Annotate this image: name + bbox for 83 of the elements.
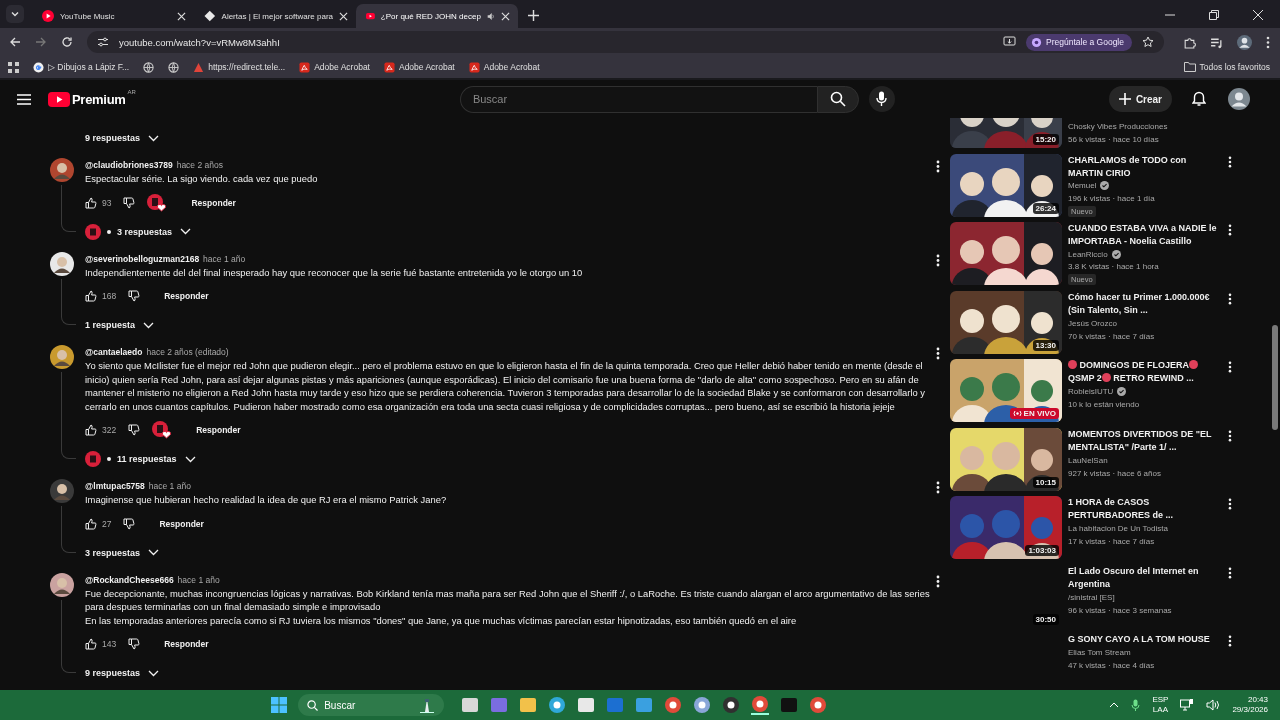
bookmark[interactable]: ▷ Dibujos a Lápiz F... — [33, 61, 130, 73]
comment-time[interactable]: hace 1 año — [148, 481, 191, 491]
comment-author[interactable]: @lmtupac5758 — [85, 481, 145, 491]
comment-text: Espectacular série. La sigo viendo. cada vez que puedo — [85, 172, 319, 186]
channel-name[interactable]: LeanRiccio — [1068, 249, 1108, 259]
channel-name[interactable]: Elias Tom Stream — [1068, 648, 1131, 657]
video-views: 196 k vistas · hace 1 día — [1068, 192, 1155, 205]
comment-author[interactable]: @RockandCheese666 — [85, 574, 174, 585]
video-duration: 15:20 — [1032, 134, 1059, 145]
video-title[interactable]: CUANDO ESTABA VIVA a NADIE le IMPORTABA - Noelia Castillo — [1068, 222, 1218, 248]
channel-name[interactable]: Chosky Vibes Producciones — [1068, 122, 1168, 131]
live-badge: EN VIVO — [1009, 408, 1059, 419]
reply-button[interactable]: Responder — [154, 634, 219, 654]
bookmark[interactable]: https://redirect.tele... — [193, 61, 286, 73]
video-duration: 10:15 — [1032, 476, 1059, 488]
comment-time[interactable]: hace 2 años — [176, 160, 223, 170]
channel-name[interactable]: Jesús Orozco — [1068, 318, 1117, 328]
video-title[interactable]: Cómo hacer tu Primer 1.000.000€ (Sin Talento, Sin ... — [1068, 290, 1218, 317]
taskbar-search-field[interactable]: Buscar — [298, 694, 445, 716]
video-duration: 1:03:03 — [1025, 545, 1059, 556]
clock[interactable]: 20:43 29/3/2026 — [1232, 695, 1268, 715]
video-views: 927 k vistas · hace 6 años — [1068, 467, 1161, 480]
video-views: 10 k lo están viendo — [1068, 399, 1140, 411]
like-count: 143 — [102, 639, 117, 649]
replies-button[interactable]: 3 respuestas — [117, 221, 192, 242]
video-title[interactable]: G SONY CAYO A LA TOM HOUSE — [1068, 633, 1210, 646]
comment-time[interactable]: hace 2 años (editado) — [146, 347, 229, 357]
browser-tab[interactable]: Alertas | El mejor software para — [194, 4, 356, 28]
comment-author[interactable]: @claudiobriones3789 — [85, 160, 173, 170]
replies-button[interactable]: 11 respuestas — [117, 449, 196, 469]
ask-google-button[interactable]: Pregúntale a Google — [1026, 33, 1132, 51]
reply-button[interactable]: Responder — [154, 286, 219, 306]
create-button[interactable]: Crear — [1108, 86, 1172, 112]
comment-time[interactable]: hace 1 año — [203, 253, 246, 264]
video-title[interactable]: 1 HORA de CASOS PERTURBADORES de ... — [1068, 496, 1218, 522]
like-count: 168 — [102, 291, 117, 301]
reply-button[interactable]: Responder — [181, 192, 246, 213]
channel-name[interactable]: La habitacion De Un Todista — [1068, 524, 1168, 533]
replies-button[interactable]: 1 respuesta — [85, 315, 155, 335]
video-views: 3.8 K vistas · hace 1 hora — [1068, 261, 1159, 273]
like-count: 322 — [102, 425, 117, 435]
comment-text: Fue decepcionante, muchas incongruencias lógicas y narrativas. Bob Kirkland tenía mas maña para ser Red John que el Sheriff :/, o LaRoche. Es triste cuando alargan el arco argumentativo de las series para despues terminarlas con un final demasiado simple e improvisado — [85, 586, 930, 614]
video-title[interactable]: MOMENTOS DIVERTIDOS DE "EL MENTALISTA" /Parte 1/ ... — [1068, 427, 1218, 454]
video-title[interactable]: CHARLAMOS de TODO con MARTIN CIRIO — [1068, 153, 1218, 180]
language-indicator[interactable]: ESP LAA — [1152, 695, 1169, 715]
bookmark[interactable]: Adobe Acrobat — [383, 61, 455, 73]
all-bookmarks-button[interactable]: Todos los favoritos — [1183, 62, 1270, 72]
replies-button[interactable]: 9 respuestas — [85, 128, 160, 148]
channel-name[interactable]: LauNelSan — [1068, 455, 1108, 465]
url-text: youtube.com/watch?v=vRMw8M3ahhI — [119, 36, 280, 48]
video-title[interactable]: El Lado Oscuro del Internet en Argentina — [1068, 564, 1218, 591]
video-views: 70 k vistas · hace 7 días — [1068, 330, 1155, 343]
video-duration: 30:50 — [1032, 613, 1059, 625]
comment-time[interactable]: hace 1 año — [177, 574, 220, 585]
replies-button[interactable]: 9 respuestas — [85, 663, 160, 683]
comment-text: Imaginense que hubieran hecho realidad la idea de que RJ era el mismo Patrick Jane? — [85, 493, 448, 507]
comment-text: Yo siento que McIlister fue el mejor red John que pudieron elegir... pero el problema estuvo en que lo eligieron hasta el fin de la quinta temporada. Creo que Heller debió haber tenido en mente (desde el inicio) quien sería Red John, para así dejar algunas pistas y más apariciones (aunque esporádicas). El inicio del comisario fue una buena forma de "darlo de alta" como sospechoso. Pero en su afán de mantener el misterio no eligieron a Red John hasta muy tarde y eso hizo que se perdiera coherencia. Tuvieron 3 temporadas para desarrollar lo de la sociedad Blake y se conformaron con desarrollarlo y cerrarlo en unos cuantos capítulos. Pudieron haber mostrado como esa organización era toda una secta cuasi religiosa y de complicidades corruptas... pero bueno, así se escribió la historia jejeje — [85, 359, 927, 413]
comment-text: En las temporadas anteriores parecía como si RJ tuviera los mismos "dones" que Jane, ya que muchas víctimas parecían estar hipnotizadas, eso también quedó en el aire — [85, 613, 798, 627]
comment-author[interactable]: @severinobelloguzman2168 — [85, 253, 200, 264]
bookmark[interactable]: Adobe Acrobat — [299, 61, 370, 73]
like-count: 27 — [102, 518, 112, 529]
reply-button[interactable]: Responder — [186, 420, 251, 440]
youtube-premium-logo[interactable]: Premium$^{AR}$ — [48, 91, 136, 107]
comment-text: Independientemente del del final inesperado hay que reconocer que la serie fué bastante entretenida yo le otorgo un 10 — [85, 265, 584, 279]
video-title[interactable]: DOMINGOS DE FLOJERA QSMP 2 RETRO REWIND ... — [1068, 359, 1218, 385]
browser-tab[interactable]: ¿Por qué RED JOHN decep — [356, 4, 518, 28]
search-field[interactable]: Buscar — [459, 85, 817, 113]
address-bar[interactable]: youtube.com/watch?v=vRMw8M3ahhI Pregúntale a Google — [87, 31, 1164, 53]
bookmark[interactable]: Adobe Acrobat — [468, 61, 540, 73]
video-views: 56 k vistas · hace 10 días — [1068, 134, 1159, 146]
video-views: 47 k vistas · hace 4 días — [1068, 660, 1155, 672]
channel-name[interactable]: Memuel — [1068, 181, 1097, 190]
channel-name[interactable]: RobleisIUTU — [1068, 387, 1114, 396]
channel-name[interactable]: /sinistral [ES] — [1068, 592, 1115, 602]
browser-tab[interactable]: YouTube Music — [32, 4, 194, 28]
replies-button[interactable]: 3 respuestas — [85, 542, 160, 563]
video-duration: 13:30 — [1032, 339, 1059, 351]
video-duration: 26:24 — [1032, 202, 1059, 214]
video-views: 17 k vistas · hace 7 días — [1068, 536, 1155, 548]
like-count: 93 — [102, 197, 112, 208]
video-views: 96 k vistas · hace 3 semanas — [1068, 604, 1172, 617]
reply-button[interactable]: Responder — [149, 513, 214, 534]
comment-author[interactable]: @cantaelaedo — [85, 347, 143, 357]
